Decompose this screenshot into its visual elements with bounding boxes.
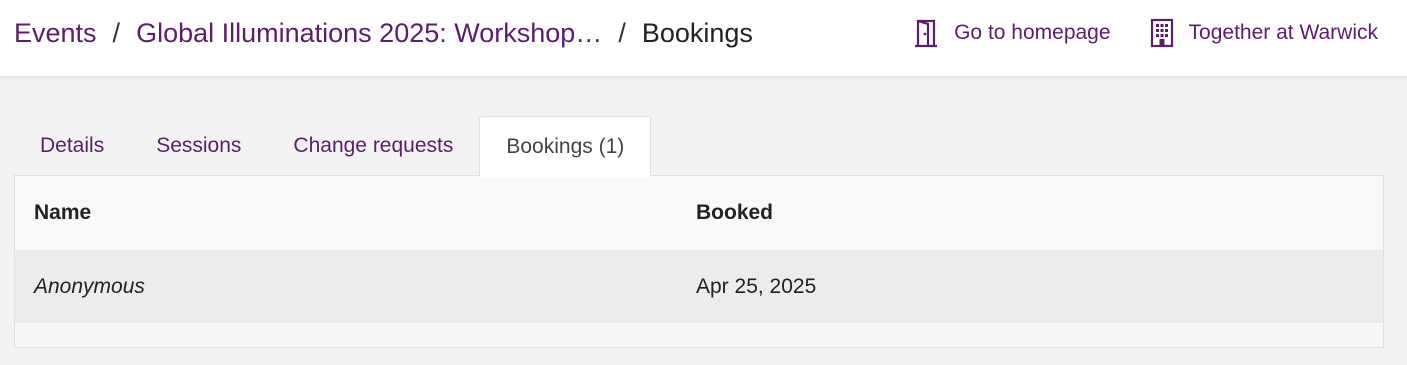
top-actions: Go to homepage Together at Warwick: [912, 0, 1378, 66]
booking-name-cell: Anonymous: [34, 275, 145, 298]
door-icon: [912, 18, 940, 48]
tab-bookings[interactable]: Bookings (1): [479, 116, 652, 177]
table-row[interactable]: Anonymous Apr 25, 2025: [15, 251, 1383, 323]
together-at-warwick-link[interactable]: Together at Warwick: [1149, 18, 1378, 48]
tab-bar: Details Sessions Change requests Booking…: [14, 116, 652, 177]
booking-date-cell: Apr 25, 2025: [696, 275, 817, 298]
building-icon: [1149, 18, 1175, 48]
breadcrumb-events-link[interactable]: Events: [14, 18, 97, 49]
breadcrumb-event-link[interactable]: Global Illuminations 2025: Workshop…: [136, 18, 602, 49]
table-header-row: Name Booked: [15, 176, 1383, 251]
go-to-homepage-label: Go to homepage: [954, 21, 1111, 44]
breadcrumb-current: Bookings: [641, 17, 753, 48]
column-header-booked[interactable]: Booked: [677, 201, 1383, 225]
bookings-table: Name Booked Anonymous Apr 25, 2025: [14, 175, 1384, 348]
breadcrumb-separator: /: [112, 17, 121, 48]
tab-change-requests[interactable]: Change requests: [267, 116, 479, 176]
go-to-homepage-link[interactable]: Go to homepage: [912, 18, 1111, 48]
top-bar: Events / Global Illuminations 2025: Work…: [0, 0, 1407, 77]
tab-sessions[interactable]: Sessions: [130, 116, 267, 176]
breadcrumb-separator: /: [618, 17, 626, 48]
tab-details[interactable]: Details: [14, 116, 130, 176]
together-at-warwick-label: Together at Warwick: [1188, 21, 1378, 44]
column-header-name[interactable]: Name: [15, 201, 677, 225]
breadcrumb: Events / Global Illuminations 2025: Work…: [14, 0, 753, 66]
